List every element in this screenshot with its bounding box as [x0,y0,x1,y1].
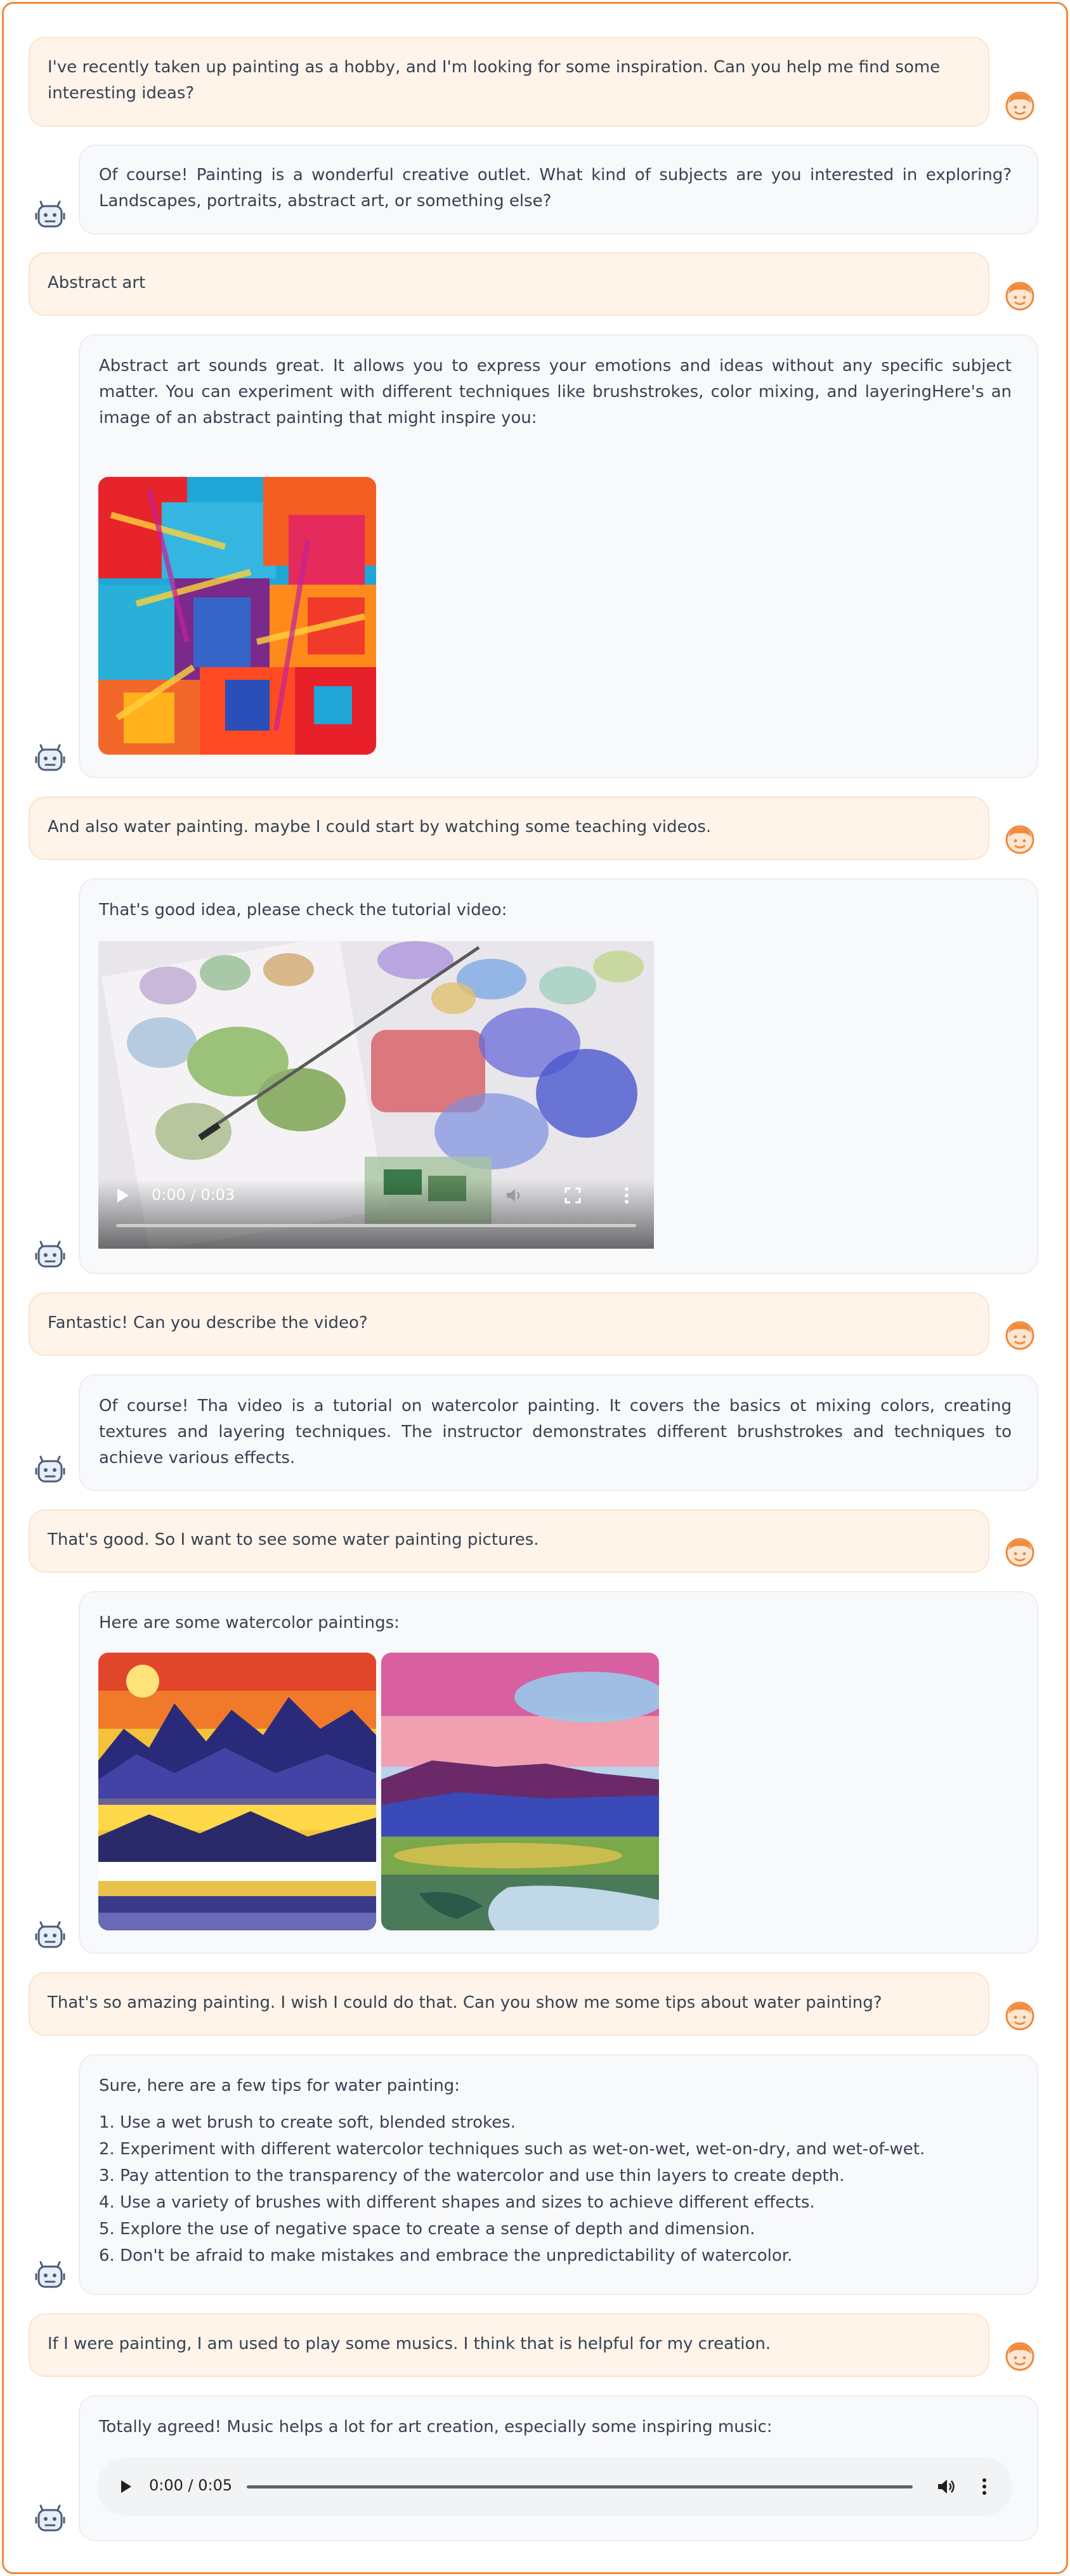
assistant-message-text: Of course! Painting is a wonderful creat… [99,166,1012,211]
user-message: If I were painting, I am used to play so… [29,2313,989,2377]
audio-progress-bar[interactable] [247,2485,913,2488]
assistant-message: Of course! Tha video is a tutorial on wa… [79,1374,1038,1491]
list-item: 4. Use a variety of brushes with differe… [99,2193,815,2212]
assistant-message-text: Sure, here are a few tips for water pain… [99,2076,460,2095]
robot-face-icon [35,2504,65,2534]
robot-face-icon [35,743,65,774]
user-face-icon [1005,824,1035,855]
user-face-icon [1005,2001,1035,2031]
user-message-text: If I were painting, I am used to play so… [48,2334,771,2353]
user-message-text: That's good. So I want to see some water… [48,1530,539,1549]
robot-face-icon [35,2260,65,2291]
more-vertical-icon[interactable] [623,1187,630,1204]
list-item: 5. Explore the use of negative space to … [99,2220,755,2239]
assistant-message-text: Abstract art sounds great. It allows you… [99,356,1012,427]
tips-list: 1. Use a wet brush to create soft, blend… [99,2109,1012,2269]
user-message-text: Abstract art [48,273,146,292]
play-icon[interactable] [120,2479,133,2494]
play-icon[interactable] [116,1187,130,1204]
abstract-painting-image[interactable] [98,477,376,755]
tutorial-video[interactable]: 0:00 / 0:03 [98,941,654,1249]
robot-face-icon [35,1455,65,1485]
assistant-message-text: Of course! Tha video is a tutorial on wa… [99,1396,1012,1467]
user-message: That's good. So I want to see some water… [29,1509,989,1573]
volume-icon[interactable] [936,2476,956,2497]
video-time: 0:00 / 0:03 [152,1186,235,1204]
assistant-message: Sure, here are a few tips for water pain… [79,2054,1038,2295]
user-message: Abstract art [29,252,989,316]
user-face-icon [1005,281,1035,311]
user-face-icon [1005,1320,1035,1351]
robot-face-icon [35,1240,65,1270]
user-face-icon [1005,91,1035,121]
user-message-text: That's so amazing painting. I wish I cou… [48,1993,882,2012]
assistant-message-text: Totally agreed! Music helps a lot for ar… [99,2417,773,2436]
volume-icon[interactable] [504,1186,523,1205]
user-message: Fantastic! Can you describe the video? [29,1292,989,1356]
video-progress-bar[interactable] [116,1224,636,1227]
watercolor-painting-image[interactable] [381,1653,659,1930]
fullscreen-icon[interactable] [564,1187,582,1204]
audio-time: 0:00 / 0:05 [149,2476,233,2494]
watercolor-painting-image[interactable] [98,1653,376,1930]
list-item: 3. Pay attention to the transparency of … [99,2166,845,2185]
list-item: 6. Don't be afraid to make mistakes and … [99,2246,793,2265]
user-face-icon [1005,1537,1035,1568]
list-item: 2. Experiment with different watercolor … [99,2140,925,2159]
user-message: And also water painting. maybe I could s… [29,797,989,860]
assistant-message-text: Here are some watercolor paintings: [99,1613,400,1632]
user-message: That's so amazing painting. I wish I cou… [29,1972,989,2036]
robot-face-icon [35,200,65,230]
list-item: 1. Use a wet brush to create soft, blend… [99,2113,516,2132]
user-message: I've recently taken up painting as a hob… [29,37,989,127]
user-message-text: And also water painting. maybe I could s… [48,817,712,836]
music-audio-player[interactable]: 0:00 / 0:05 [97,2457,1012,2516]
assistant-message-text: That's good idea, please check the tutor… [99,901,507,920]
user-message-text: Fantastic! Can you describe the video? [48,1313,368,1332]
user-face-icon [1005,2341,1035,2372]
more-vertical-icon[interactable] [981,2478,988,2495]
user-message-text: I've recently taken up painting as a hob… [48,58,941,103]
robot-face-icon [35,1920,65,1951]
assistant-message: Of course! Painting is a wonderful creat… [79,145,1038,235]
